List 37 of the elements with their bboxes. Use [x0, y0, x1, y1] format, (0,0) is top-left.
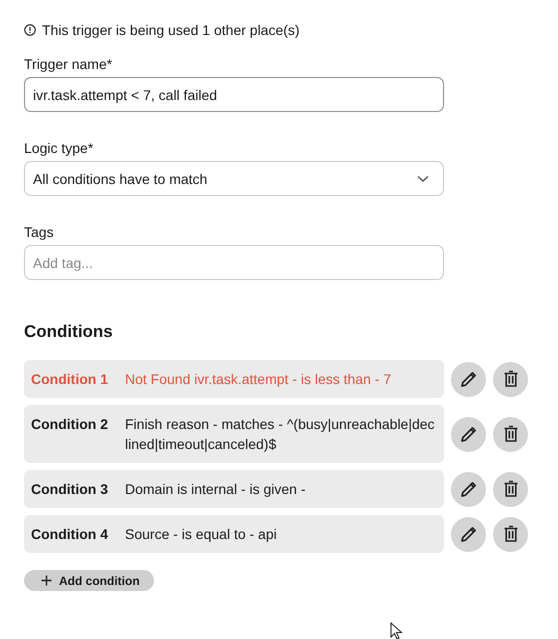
condition-label: Condition 4 [31, 525, 109, 544]
trash-icon [502, 370, 518, 388]
delete-button[interactable] [493, 472, 528, 506]
trash-icon [502, 525, 518, 543]
chevron-down-icon [417, 174, 429, 182]
condition-text: Not Found ivr.task.attempt - is less than - 7 [125, 370, 392, 389]
condition-text: Source - is equal to - api [125, 525, 278, 544]
condition-text: Domain is internal - is given - [125, 480, 307, 499]
condition-label: Condition 3 [31, 480, 109, 499]
trash-icon [502, 425, 518, 443]
delete-button[interactable] [493, 362, 528, 396]
pencil-icon [460, 370, 478, 388]
pencil-icon [460, 525, 478, 543]
condition-text: Finish reason - matches - ^(busy|unreachable|declined|timeout|canceled)$ [125, 415, 436, 454]
field-label: Trigger name* [24, 56, 114, 72]
edit-button[interactable] [451, 362, 486, 396]
input-field[interactable]: ivr.task.attempt < 7, call failed [24, 77, 444, 112]
pencil-icon [460, 425, 478, 443]
pencil-icon [460, 480, 478, 498]
plus-icon [41, 575, 52, 586]
condition-label: Condition 1 [31, 370, 109, 389]
section-title: Conditions [24, 322, 114, 342]
notice-text: This trigger is being used 1 other place(s) [42, 22, 300, 38]
condition-label: Condition 2 [31, 415, 109, 434]
field-label: Tags [24, 224, 55, 240]
trash-icon [502, 480, 518, 498]
info-icon [24, 24, 36, 36]
edit-button[interactable] [451, 416, 486, 452]
delete-button[interactable] [493, 516, 528, 552]
add-condition-button[interactable]: Add condition [24, 570, 154, 591]
edit-button[interactable] [451, 472, 486, 506]
dropdown[interactable]: All conditions have to match [24, 161, 444, 196]
edit-button[interactable] [451, 516, 486, 552]
field-label: Logic type* [24, 140, 94, 156]
tag-input-field[interactable]: Add tag... [24, 245, 444, 280]
mouse-cursor-icon [390, 622, 404, 639]
delete-button[interactable] [493, 416, 528, 452]
